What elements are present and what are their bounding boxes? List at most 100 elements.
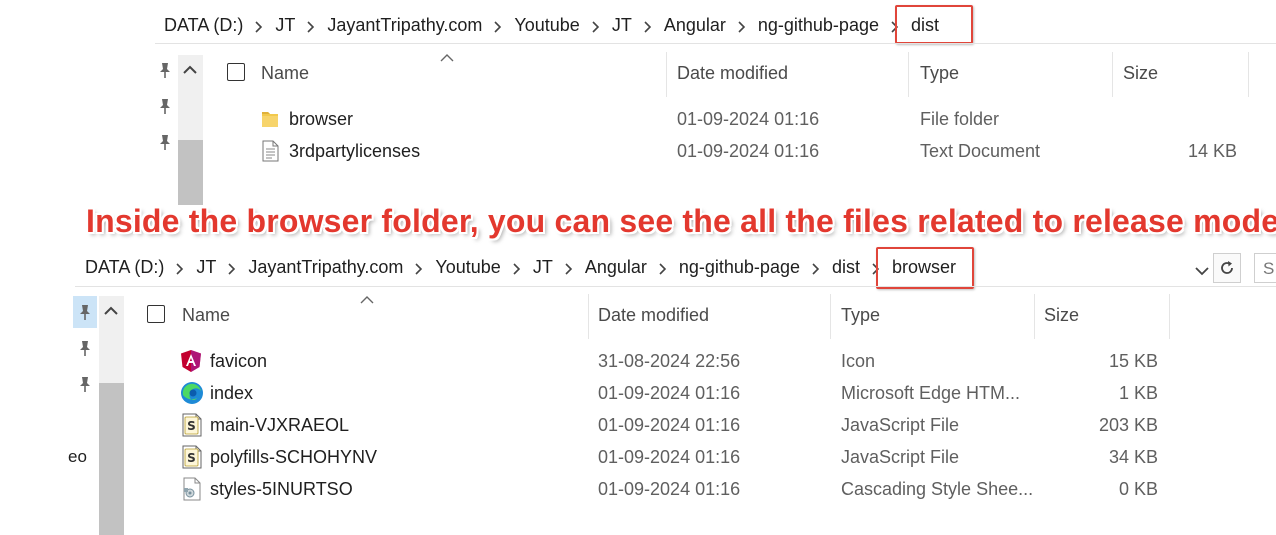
file-size: 14 KB bbox=[1187, 141, 1237, 161]
file-size: 0 KB bbox=[1118, 479, 1158, 499]
breadcrumb-item-jayanttripathy[interactable]: JayantTripathy.com bbox=[246, 257, 405, 278]
file-name[interactable]: polyfills-SCHOHYNV bbox=[210, 447, 377, 468]
chevron-right-icon[interactable] bbox=[484, 18, 512, 34]
column-divider[interactable] bbox=[1034, 294, 1035, 339]
column-divider[interactable] bbox=[1112, 52, 1113, 97]
address-bar-border bbox=[75, 286, 1276, 287]
sort-ascending-icon bbox=[440, 50, 454, 68]
file-size: 34 KB bbox=[1108, 447, 1158, 467]
sort-ascending-icon bbox=[360, 292, 374, 310]
column-divider[interactable] bbox=[908, 52, 909, 97]
svg-text:S: S bbox=[187, 419, 196, 433]
chevron-right-icon[interactable] bbox=[503, 260, 531, 276]
scrollbar-thumb[interactable] bbox=[178, 140, 203, 205]
search-box[interactable]: S bbox=[1254, 253, 1276, 283]
column-header-name[interactable]: Name bbox=[182, 305, 230, 326]
column-divider[interactable] bbox=[666, 52, 667, 97]
file-date: 01-09-2024 01:16 bbox=[677, 141, 820, 161]
breadcrumb-item-jt[interactable]: JT bbox=[273, 15, 297, 36]
breadcrumb-item-angular[interactable]: Angular bbox=[662, 15, 728, 36]
chevron-right-icon[interactable] bbox=[555, 260, 583, 276]
file-name[interactable]: browser bbox=[289, 109, 353, 130]
chevron-right-icon[interactable] bbox=[245, 18, 273, 34]
pin-icon[interactable] bbox=[157, 97, 173, 120]
scrollbar-thumb[interactable] bbox=[99, 383, 124, 535]
edge-icon bbox=[180, 381, 203, 404]
column-divider[interactable] bbox=[830, 294, 831, 339]
file-type: Cascading Style Shee... bbox=[841, 479, 1034, 499]
annotation-text: Inside the browser folder, you can see t… bbox=[86, 203, 1276, 239]
address-bar-border bbox=[155, 43, 1276, 44]
chevron-right-icon[interactable] bbox=[582, 18, 610, 34]
chevron-up-icon[interactable] bbox=[183, 62, 197, 80]
file-date: 31-08-2024 22:56 bbox=[598, 351, 741, 371]
column-header-date-modified[interactable]: Date modified bbox=[677, 63, 788, 84]
chevron-right-icon[interactable] bbox=[802, 260, 830, 276]
column-header-type[interactable]: Type bbox=[920, 63, 959, 84]
text-document-icon bbox=[260, 140, 280, 162]
file-type: File folder bbox=[920, 109, 1000, 129]
file-date: 01-09-2024 01:16 bbox=[598, 447, 741, 467]
breadcrumb-item-jt[interactable]: JT bbox=[194, 257, 218, 278]
chevron-right-icon[interactable] bbox=[634, 18, 662, 34]
file-date: 01-09-2024 01:16 bbox=[677, 109, 820, 129]
breadcrumb-item-data-drive[interactable]: DATA (D:) bbox=[83, 257, 166, 278]
breadcrumb-item-ng-github-page[interactable]: ng-github-page bbox=[756, 15, 881, 36]
file-type: Text Document bbox=[920, 141, 1041, 161]
file-type: JavaScript File bbox=[841, 415, 960, 435]
breadcrumb-item-ng-github-page[interactable]: ng-github-page bbox=[677, 257, 802, 278]
file-name[interactable]: favicon bbox=[210, 351, 267, 372]
column-header-type[interactable]: Type bbox=[841, 305, 880, 326]
column-header-date-modified[interactable]: Date modified bbox=[598, 305, 709, 326]
file-name[interactable]: 3rdpartylicenses bbox=[289, 141, 420, 162]
refresh-button[interactable] bbox=[1213, 253, 1241, 283]
column-divider[interactable] bbox=[1248, 52, 1249, 97]
file-size: 203 KB bbox=[1098, 415, 1158, 435]
file-type: JavaScript File bbox=[841, 447, 960, 467]
file-date: 01-09-2024 01:16 bbox=[598, 479, 741, 499]
column-divider[interactable] bbox=[588, 294, 589, 339]
chevron-right-icon[interactable] bbox=[166, 260, 194, 276]
chevron-right-icon[interactable] bbox=[728, 18, 756, 34]
breadcrumb-item-data-drive[interactable]: DATA (D:) bbox=[162, 15, 245, 36]
bottom-breadcrumb: DATA (D:) JT JayantTripathy.com Youtube … bbox=[83, 257, 958, 278]
chevron-right-icon[interactable] bbox=[405, 260, 433, 276]
select-all-checkbox[interactable] bbox=[147, 305, 165, 323]
file-name[interactable]: index bbox=[210, 383, 253, 404]
navigation-item-partial[interactable]: eo bbox=[68, 447, 87, 467]
column-header-size[interactable]: Size bbox=[1123, 63, 1158, 84]
search-placeholder: S bbox=[1263, 259, 1275, 278]
pin-icon[interactable] bbox=[77, 339, 93, 362]
pin-icon[interactable] bbox=[77, 375, 93, 398]
angular-icon bbox=[180, 349, 201, 372]
pin-icon[interactable] bbox=[157, 61, 173, 84]
file-name[interactable]: styles-5INURTSO bbox=[210, 479, 353, 500]
column-header-name[interactable]: Name bbox=[261, 63, 309, 84]
chevron-right-icon[interactable] bbox=[649, 260, 677, 276]
chevron-up-icon[interactable] bbox=[104, 303, 118, 321]
breadcrumb-item-angular[interactable]: Angular bbox=[583, 257, 649, 278]
column-header-size[interactable]: Size bbox=[1044, 305, 1079, 326]
folder-icon bbox=[260, 108, 280, 130]
file-date: 01-09-2024 01:16 bbox=[598, 415, 741, 435]
column-divider[interactable] bbox=[1169, 294, 1170, 339]
select-all-checkbox[interactable] bbox=[227, 63, 245, 81]
breadcrumb-item-youtube[interactable]: Youtube bbox=[433, 257, 502, 278]
breadcrumb-item-dist[interactable]: dist bbox=[830, 257, 862, 278]
chevron-right-icon[interactable] bbox=[218, 260, 246, 276]
chevron-right-icon[interactable] bbox=[297, 18, 325, 34]
breadcrumb-item-jayanttripathy[interactable]: JayantTripathy.com bbox=[325, 15, 484, 36]
pin-icon[interactable] bbox=[77, 303, 93, 326]
browser-highlight-box bbox=[876, 247, 974, 289]
chevron-down-icon[interactable] bbox=[1195, 263, 1209, 281]
file-size: 15 KB bbox=[1108, 351, 1158, 371]
file-type: Microsoft Edge HTM... bbox=[841, 383, 1021, 403]
file-name[interactable]: main-VJXRAEOL bbox=[210, 415, 349, 436]
pin-icon[interactable] bbox=[157, 133, 173, 156]
breadcrumb-item-jt-2[interactable]: JT bbox=[531, 257, 555, 278]
refresh-icon bbox=[1218, 259, 1236, 282]
file-type: Icon bbox=[841, 351, 876, 371]
breadcrumb-item-jt-2[interactable]: JT bbox=[610, 15, 634, 36]
javascript-file-icon: S bbox=[181, 445, 202, 469]
breadcrumb-item-youtube[interactable]: Youtube bbox=[512, 15, 581, 36]
